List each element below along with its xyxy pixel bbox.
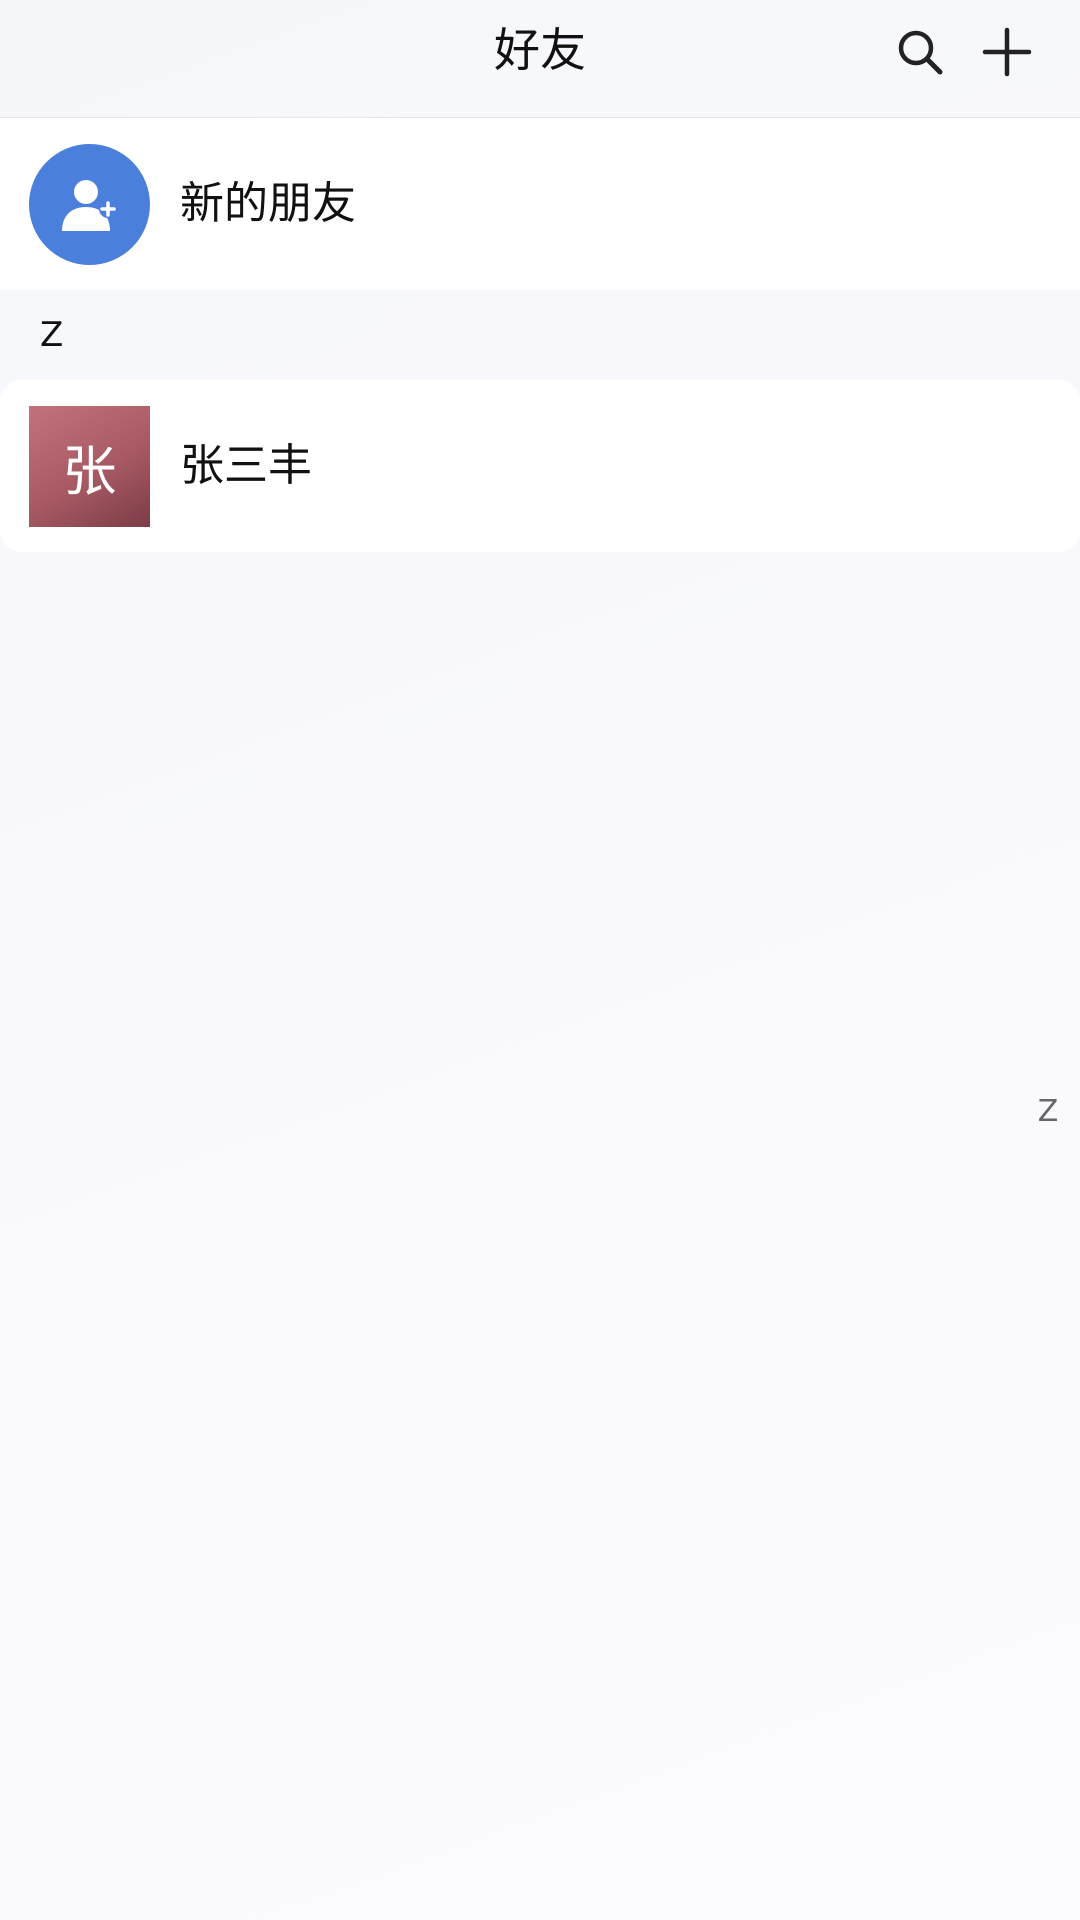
top-bar: 好友 <box>0 0 1080 118</box>
search-button[interactable] <box>890 22 950 82</box>
contact-item[interactable]: 张 张三丰 <box>0 380 1080 552</box>
friends-screen: 好友 新的朋友 Z 张 张三丰 Z <box>0 0 1080 1920</box>
search-icon <box>898 30 943 75</box>
alphabet-index-bar[interactable]: Z <box>1028 1092 1068 1132</box>
section-header-z: Z <box>0 290 1080 380</box>
index-letter-z[interactable]: Z <box>1028 1092 1068 1132</box>
add-button[interactable] <box>977 22 1037 82</box>
new-friends-item[interactable]: 新的朋友 <box>0 118 1080 290</box>
section-letter: Z <box>40 315 64 355</box>
contact-avatar: 张 <box>29 406 150 527</box>
new-friends-avatar <box>29 144 150 265</box>
new-friends-label: 新的朋友 <box>180 178 356 229</box>
plus-icon <box>982 27 1032 77</box>
add-user-icon <box>61 179 117 231</box>
contact-name: 张三丰 <box>180 440 312 491</box>
